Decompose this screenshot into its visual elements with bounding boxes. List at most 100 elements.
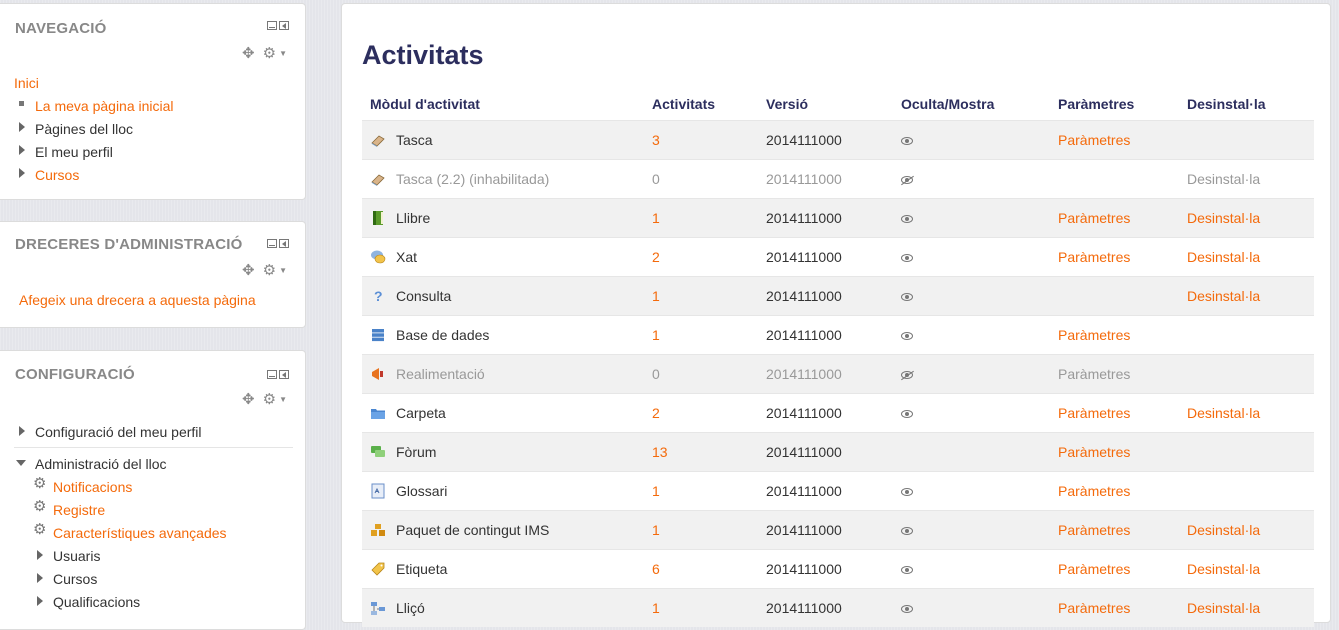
settings-link[interactable]: Paràmetres (1058, 600, 1130, 616)
uninstall-link[interactable]: Desinstal·la (1187, 210, 1260, 226)
activities-count-link[interactable]: 6 (652, 561, 660, 577)
version-cell: 2014111000 (766, 444, 842, 460)
uninstall-link[interactable]: Desinstal·la (1187, 171, 1260, 187)
expand-arrow-icon[interactable] (19, 145, 25, 155)
dock-icon[interactable] (279, 239, 289, 248)
nav-home-link[interactable]: Inici (14, 75, 39, 91)
uninstall-cell: Desinstal·la (1179, 511, 1314, 550)
column-header-version[interactable]: Versió (758, 88, 893, 121)
gear-icon[interactable]: ⚙ (263, 46, 276, 61)
uninstall-link[interactable]: Desinstal·la (1187, 600, 1260, 616)
hide-eye-icon[interactable] (901, 215, 913, 223)
settings-link[interactable]: Paràmetres (1058, 132, 1130, 148)
settings-item-site-admin[interactable]: Administració del lloc (35, 456, 167, 472)
gear-icon[interactable]: ⚙ (263, 392, 276, 407)
activities-count-link[interactable]: 2 (652, 249, 660, 265)
settings-link[interactable]: Paràmetres (1058, 249, 1130, 265)
activities-count-link[interactable]: 2 (652, 405, 660, 421)
move-icon[interactable]: ✥ (242, 392, 255, 407)
activities-count-link[interactable]: 1 (652, 483, 660, 499)
module-name-cell: Llibre (362, 199, 644, 238)
svg-text:?: ? (374, 288, 383, 304)
nav-item-courses[interactable]: Cursos (35, 167, 79, 183)
activities-count-link[interactable]: 3 (652, 132, 660, 148)
show-eye-icon[interactable] (901, 371, 913, 379)
hide-eye-icon[interactable] (901, 254, 913, 262)
chevron-down-icon[interactable]: ▼ (279, 395, 287, 404)
gear-icon: ⚙ (33, 521, 47, 538)
minimize-icon[interactable] (267, 21, 277, 30)
visibility-cell (893, 160, 1050, 199)
column-header-visibility: Oculta/Mostra (901, 96, 995, 112)
chevron-down-icon[interactable]: ▼ (279, 49, 287, 58)
nav-item-my-home[interactable]: La meva pàgina inicial (35, 98, 174, 114)
hide-eye-icon[interactable] (901, 566, 913, 574)
admin-item-users[interactable]: Usuaris (53, 548, 100, 564)
nav-item-site-pages[interactable]: Pàgines del lloc (35, 121, 133, 137)
column-header-activities[interactable]: Activitats (644, 88, 758, 121)
gear-icon[interactable]: ⚙ (263, 263, 276, 278)
table-row: Tasca (2.2) (inhabilitada) 0 2014111000 Des… (362, 159, 1314, 199)
hide-eye-icon[interactable] (901, 137, 913, 145)
hide-eye-icon[interactable] (901, 293, 913, 301)
settings-item-profile[interactable]: Configuració del meu perfil (35, 424, 202, 440)
dock-icon[interactable] (279, 21, 289, 30)
version-cell: 2014111000 (766, 366, 842, 382)
settings-link[interactable]: Paràmetres (1058, 444, 1130, 460)
settings-link[interactable]: Paràmetres (1058, 561, 1130, 577)
visibility-cell (893, 472, 1050, 511)
hide-eye-icon[interactable] (901, 332, 913, 340)
visibility-cell (893, 394, 1050, 433)
activities-count-link[interactable]: 1 (652, 600, 660, 616)
activities-count-link[interactable]: 13 (652, 444, 668, 460)
expand-arrow-icon[interactable] (19, 168, 25, 178)
settings-link[interactable]: Paràmetres (1058, 405, 1130, 421)
shortcuts-block-controls (267, 239, 289, 248)
move-icon[interactable]: ✥ (242, 263, 255, 278)
hide-eye-icon[interactable] (901, 488, 913, 496)
nav-item-my-profile[interactable]: El meu perfil (35, 144, 113, 160)
visibility-cell (893, 277, 1050, 316)
settings-link[interactable]: Paràmetres (1058, 327, 1130, 343)
uninstall-link[interactable]: Desinstal·la (1187, 288, 1260, 304)
expand-arrow-icon[interactable] (37, 573, 43, 583)
admin-item-advanced-features[interactable]: Característiques avançades (53, 525, 227, 541)
module-name: Consulta (396, 288, 452, 304)
chevron-down-icon[interactable]: ▼ (279, 266, 287, 275)
uninstall-link[interactable]: Desinstal·la (1187, 522, 1260, 538)
activities-count-link[interactable]: 1 (652, 327, 660, 343)
uninstall-link[interactable]: Desinstal·la (1187, 561, 1260, 577)
activities-count-link[interactable]: 1 (652, 210, 660, 226)
activities-count-link[interactable]: 1 (652, 288, 660, 304)
table-row: ? Consulta 1 2014111000 Desinstal·la (362, 276, 1314, 316)
move-icon[interactable]: ✥ (242, 46, 255, 61)
activities-count-link[interactable]: 1 (652, 522, 660, 538)
module-name-cell: Tasca (362, 121, 644, 160)
minimize-icon[interactable] (267, 370, 277, 379)
hide-eye-icon[interactable] (901, 527, 913, 535)
uninstall-cell: Desinstal·la (1179, 550, 1314, 589)
minimize-icon[interactable] (267, 239, 277, 248)
collapse-arrow-icon[interactable] (16, 460, 26, 466)
column-header-module[interactable]: Mòdul d'activitat (362, 88, 644, 121)
expand-arrow-icon[interactable] (19, 426, 25, 436)
dock-icon[interactable] (279, 370, 289, 379)
show-eye-icon[interactable] (901, 176, 913, 184)
settings-link[interactable]: Paràmetres (1058, 483, 1130, 499)
expand-arrow-icon[interactable] (37, 550, 43, 560)
admin-item-log[interactable]: Registre (53, 502, 105, 518)
activities-count-cell: 1 (644, 472, 758, 511)
admin-item-grades[interactable]: Qualificacions (53, 594, 140, 610)
uninstall-link[interactable]: Desinstal·la (1187, 249, 1260, 265)
settings-link[interactable]: Paràmetres (1058, 366, 1130, 382)
settings-link[interactable]: Paràmetres (1058, 522, 1130, 538)
expand-arrow-icon[interactable] (37, 596, 43, 606)
add-shortcut-link[interactable]: Afegeix una drecera a aquesta pàgina (19, 292, 256, 308)
expand-arrow-icon[interactable] (19, 122, 25, 132)
uninstall-link[interactable]: Desinstal·la (1187, 405, 1260, 421)
settings-link[interactable]: Paràmetres (1058, 210, 1130, 226)
hide-eye-icon[interactable] (901, 410, 913, 418)
admin-item-notifications[interactable]: Notificacions (53, 479, 132, 495)
folder-icon (370, 405, 386, 421)
admin-item-courses[interactable]: Cursos (53, 571, 97, 587)
